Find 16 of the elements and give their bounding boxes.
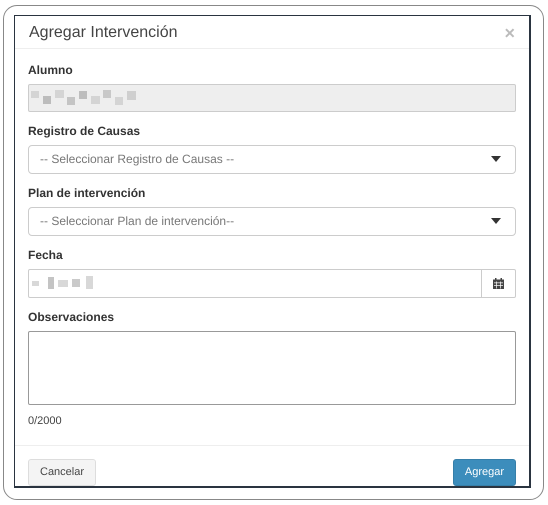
observations-field[interactable]: [28, 330, 516, 404]
date-field[interactable]: [28, 268, 516, 298]
dialog-title: Agregar Intervención: [29, 22, 178, 43]
cancel-button[interactable]: Cancelar: [28, 459, 96, 486]
character-counter: 0/2000: [28, 414, 62, 428]
field-label: Registro de Causas: [28, 124, 142, 138]
field-label: Fecha: [28, 248, 64, 262]
select-field[interactable]: -- Seleccionar Registro de Causas --: [28, 144, 516, 174]
field-label: Plan de intervención: [28, 186, 146, 200]
select-field[interactable]: -- Seleccionar Plan de intervención--: [28, 206, 516, 236]
caret-icon: [491, 218, 501, 224]
field-label: Observaciones: [28, 310, 116, 324]
add-button[interactable]: Agregar: [452, 459, 516, 486]
calendar-icon: [493, 278, 504, 288]
field-label: Alumno: [28, 62, 74, 76]
caret-icon: [491, 156, 501, 162]
